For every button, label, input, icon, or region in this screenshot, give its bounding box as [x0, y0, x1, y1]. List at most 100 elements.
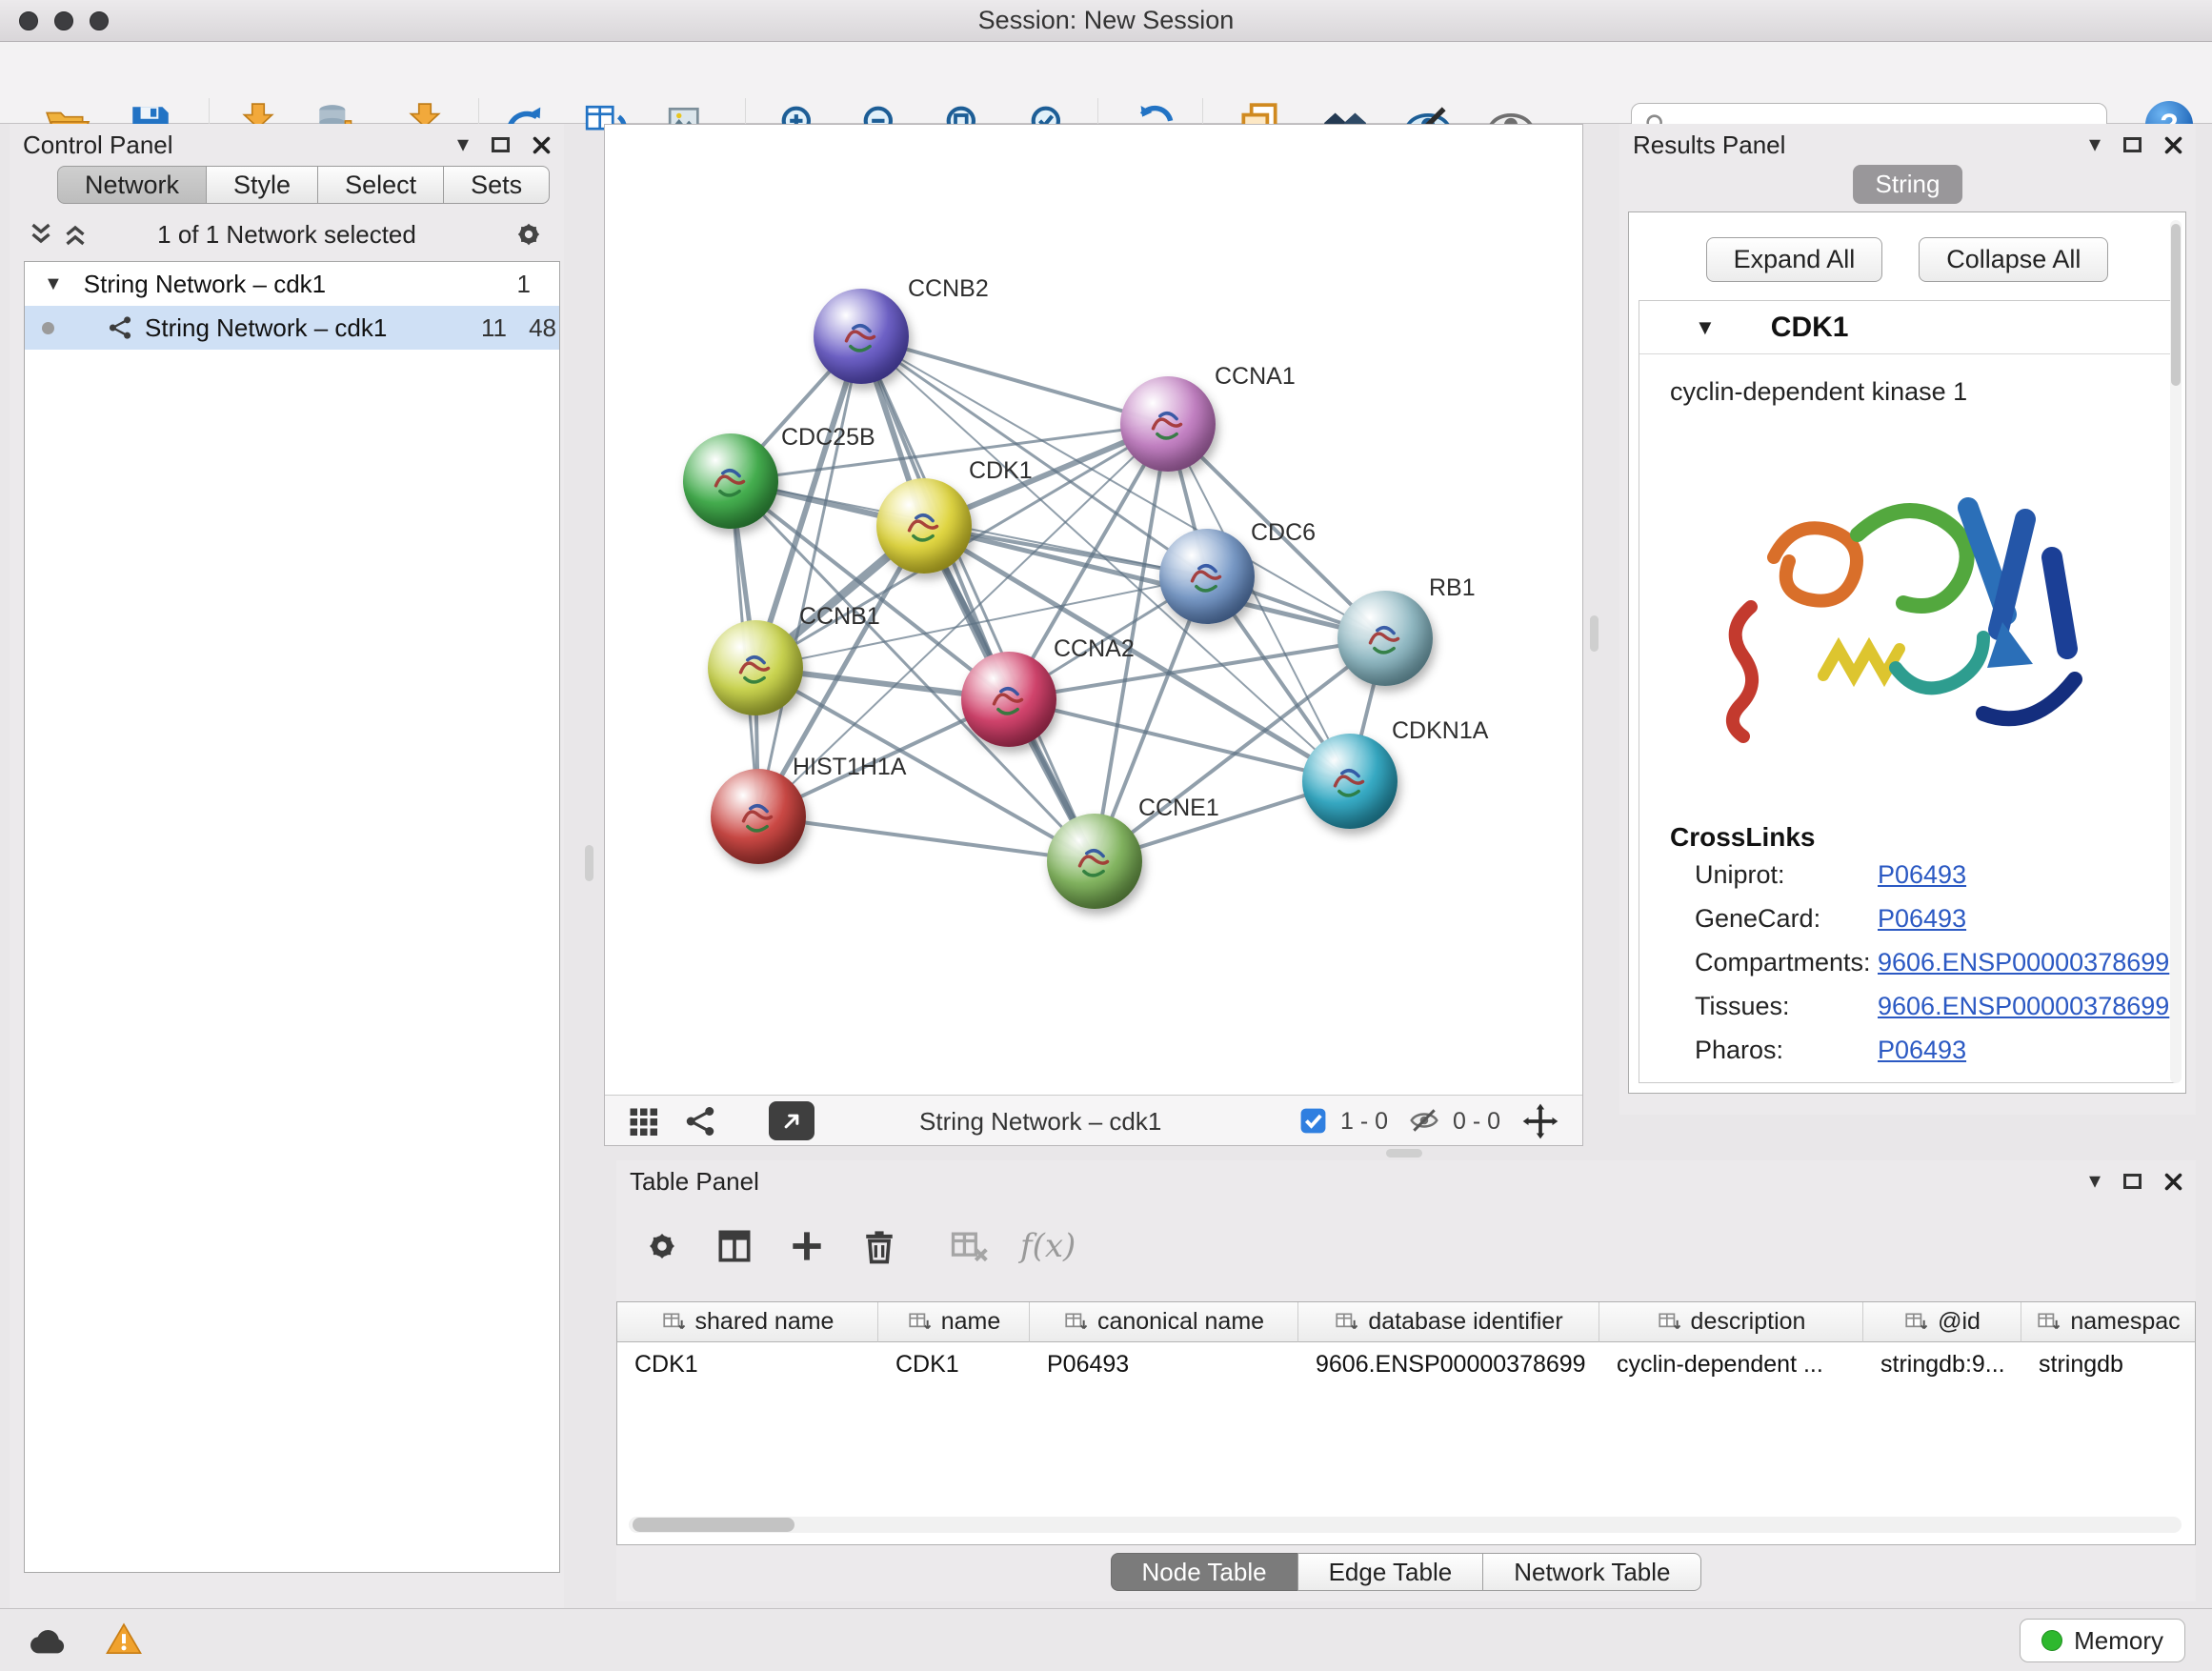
network-overview-icon[interactable] [683, 1104, 717, 1138]
tab-network-table[interactable]: Network Table [1482, 1553, 1701, 1591]
protein-section-header[interactable]: ▼ CDK1 [1639, 301, 2175, 354]
splitter-handle[interactable] [585, 845, 593, 881]
close-panel-icon[interactable] [2164, 1173, 2182, 1191]
column-header-database-identifier[interactable]: database identifier [1298, 1302, 1599, 1342]
network-node-layer: CCNB2CCNA1CDC25BCDK1CDC6RB1CCNB1CCNA2CDK… [605, 125, 1582, 1095]
network-node-CDKN1A[interactable] [1302, 734, 1398, 829]
memory-button[interactable]: Memory [2020, 1619, 2185, 1662]
crosslink-row: Tissues: 9606.ENSP00000378699 [1695, 984, 2175, 1028]
node-label-CCNE1: CCNE1 [1138, 795, 1219, 822]
node-label-RB1: RB1 [1429, 574, 1476, 602]
collapse-section-icon[interactable]: ▼ [1695, 315, 1716, 340]
node-label-HIST1H1A: HIST1H1A [793, 754, 906, 781]
network-node-HIST1H1A[interactable] [711, 769, 806, 864]
table-tabs: Node Table Edge Table Network Table [616, 1553, 2196, 1591]
maximize-window-button[interactable] [90, 11, 109, 30]
expand-all-networks-icon[interactable] [59, 218, 91, 251]
column-header-description[interactable]: description [1599, 1302, 1863, 1342]
column-header-id[interactable]: @id [1863, 1302, 2021, 1342]
network-tree: ▼ String Network – cdk1 1 String Network… [24, 261, 560, 1573]
table-toolbar: f(x) [616, 1206, 1076, 1286]
selected-count: 1 - 0 [1340, 1108, 1388, 1136]
selected-checkbox-icon[interactable] [1298, 1106, 1328, 1136]
grid-view-icon[interactable] [626, 1104, 660, 1138]
control-panel-header: Control Panel ▾ [10, 124, 564, 166]
results-scrollbar[interactable] [2170, 220, 2182, 1083]
warning-icon[interactable] [103, 1621, 145, 1659]
crosslink-label: Tissues: [1695, 992, 1878, 1021]
create-column-icon[interactable] [786, 1225, 828, 1267]
protein-thumbnail-icon [892, 497, 955, 553]
tab-string[interactable]: String [1853, 165, 1963, 204]
collapse-all-button[interactable]: Collapse All [1919, 237, 2108, 282]
tab-select[interactable]: Select [317, 166, 444, 204]
crosslink-uniprot[interactable]: P06493 [1878, 860, 1966, 890]
column-header-canonical-name[interactable]: canonical name [1030, 1302, 1298, 1342]
show-columns-icon[interactable] [714, 1225, 755, 1267]
network-row-selected[interactable]: String Network – cdk1 11 48 [25, 306, 559, 350]
table-row[interactable]: CDK1 CDK1 P06493 9606.ENSP00000378699 cy… [617, 1342, 2195, 1386]
network-node-CCNA2[interactable] [961, 652, 1056, 747]
crosslink-compartments[interactable]: 9606.ENSP00000378699 [1878, 948, 2169, 977]
string-results-card: Expand All Collapse All ▼ CDK1 cyclin-de… [1628, 211, 2186, 1094]
crosslink-genecard[interactable]: P06493 [1878, 904, 1966, 934]
network-node-CDC25B[interactable] [683, 433, 778, 529]
cloud-status-icon[interactable] [27, 1624, 70, 1657]
pan-icon[interactable] [1521, 1102, 1559, 1140]
tab-sets[interactable]: Sets [443, 166, 550, 204]
network-node-CCNB2[interactable] [814, 289, 909, 384]
column-header-namespace[interactable]: namespac [2021, 1302, 2195, 1342]
column-label: shared name [695, 1308, 835, 1336]
network-node-CCNE1[interactable] [1047, 814, 1142, 909]
collapse-all-networks-icon[interactable] [25, 218, 57, 251]
tab-style[interactable]: Style [206, 166, 318, 204]
expand-collection-icon[interactable]: ▼ [44, 273, 63, 295]
tab-edge-table[interactable]: Edge Table [1297, 1553, 1484, 1591]
column-type-icon [1903, 1310, 1928, 1335]
network-collection-row[interactable]: ▼ String Network – cdk1 1 [25, 262, 559, 306]
collapse-panel-icon[interactable]: ▾ [2089, 133, 2101, 156]
column-header-name[interactable]: name [878, 1302, 1030, 1342]
column-type-icon [1063, 1310, 1088, 1335]
crosslink-tissues[interactable]: 9606.ENSP00000378699 [1878, 992, 2169, 1021]
expand-all-button[interactable]: Expand All [1706, 237, 1883, 282]
table-scrollbar-thumb[interactable] [633, 1518, 794, 1532]
tab-edge-table-label: Edge Table [1329, 1558, 1453, 1587]
node-label-CDK1: CDK1 [969, 457, 1033, 485]
crosslink-row: Compartments: 9606.ENSP00000378699 [1695, 940, 2175, 984]
column-header-shared-name[interactable]: shared name [617, 1302, 878, 1342]
minimize-window-button[interactable] [54, 11, 73, 30]
memory-status-dot [2041, 1630, 2062, 1651]
network-node-CDC6[interactable] [1159, 529, 1255, 624]
crosslink-pharos[interactable]: P06493 [1878, 1036, 1966, 1065]
network-selection-row: 1 of 1 Network selected [10, 211, 564, 257]
collapse-panel-icon[interactable]: ▾ [457, 133, 469, 156]
tab-node-table[interactable]: Node Table [1111, 1553, 1298, 1591]
hidden-eye-icon[interactable] [1407, 1105, 1441, 1136]
tab-network[interactable]: Network [57, 166, 207, 204]
network-node-RB1[interactable] [1337, 591, 1433, 686]
protein-thumbnail-icon [829, 308, 892, 363]
network-options-button[interactable] [511, 216, 547, 257]
float-panel-icon[interactable] [492, 137, 510, 152]
close-window-button[interactable] [19, 11, 38, 30]
splitter-handle[interactable] [1590, 615, 1599, 652]
float-panel-icon[interactable] [2123, 1174, 2142, 1189]
float-panel-icon[interactable] [2123, 137, 2142, 152]
network-node-CCNA1[interactable] [1120, 376, 1216, 472]
export-network-button[interactable] [769, 1101, 814, 1140]
results-scrollbar-thumb[interactable] [2171, 224, 2181, 386]
network-node-CCNB1[interactable] [708, 620, 803, 715]
network-node-CDK1[interactable] [876, 478, 972, 574]
collapse-panel-icon[interactable]: ▾ [2089, 1170, 2101, 1193]
splitter-handle[interactable] [1386, 1149, 1422, 1158]
close-panel-icon[interactable] [533, 136, 551, 154]
protein-thumbnail-icon [1062, 833, 1125, 888]
delete-column-icon[interactable] [858, 1225, 900, 1267]
table-options-gear-icon[interactable] [641, 1225, 683, 1267]
window-controls [19, 11, 109, 30]
column-type-icon [661, 1310, 686, 1335]
column-label: canonical name [1097, 1308, 1264, 1336]
close-panel-icon[interactable] [2164, 136, 2182, 154]
table-horizontal-scrollbar[interactable] [629, 1517, 2182, 1533]
